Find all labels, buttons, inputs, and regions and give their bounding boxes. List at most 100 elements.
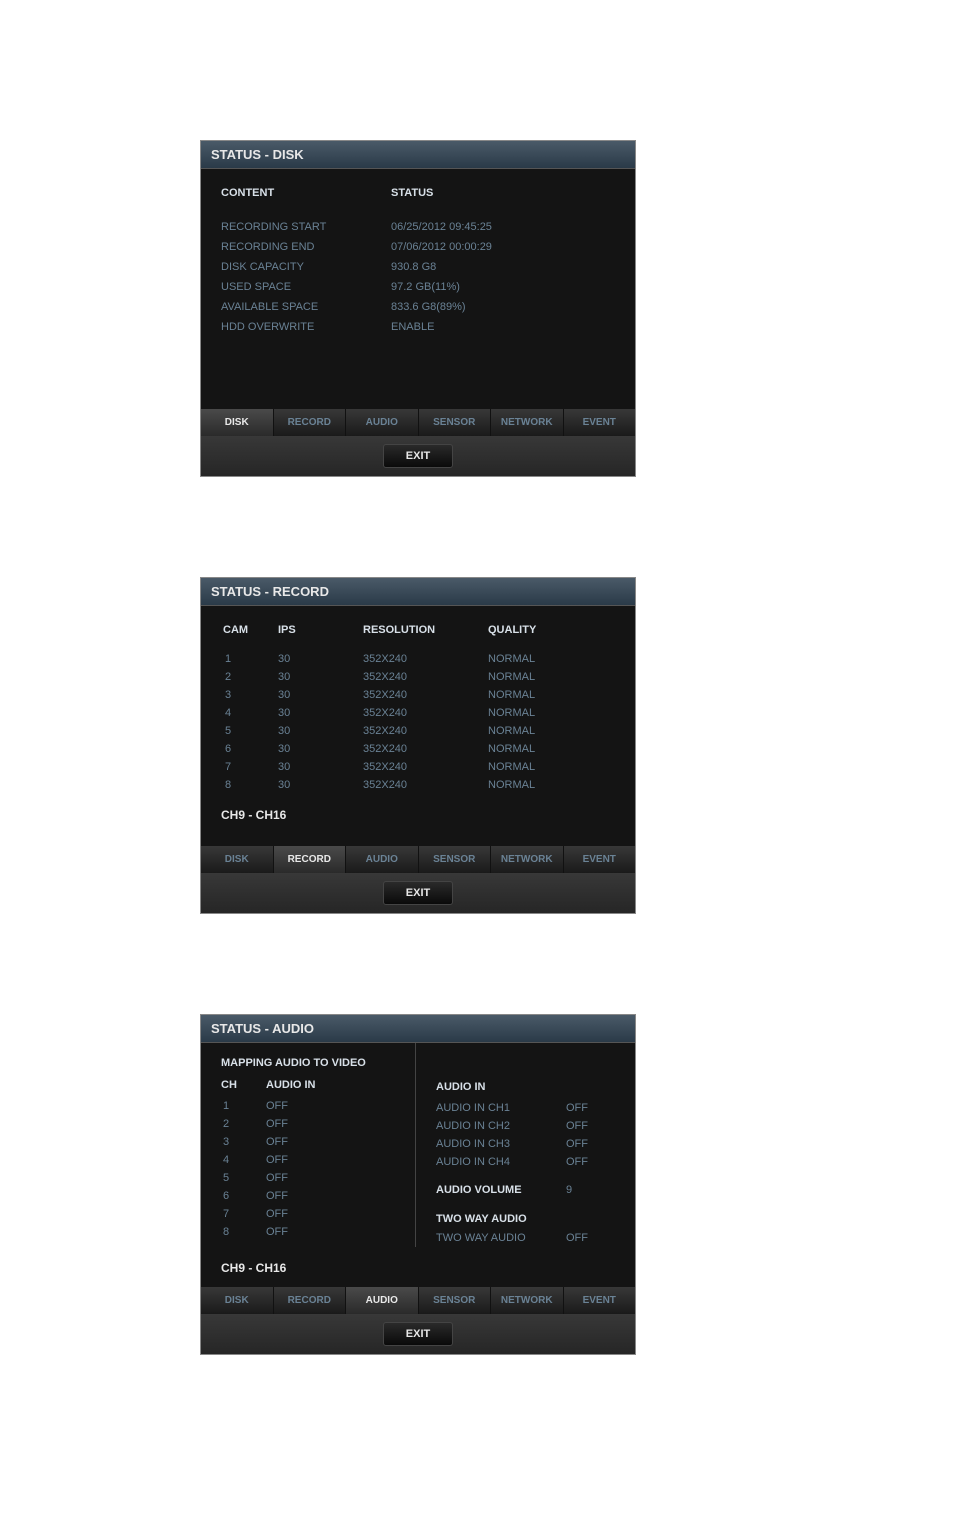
audio-in-row: AUDIO IN CH1 OFF xyxy=(436,1099,625,1117)
audio-in-label: AUDIO IN CH2 xyxy=(436,1120,566,1132)
audio-ch: 4 xyxy=(221,1154,266,1166)
tab-event[interactable]: EVENT xyxy=(564,409,636,436)
record-ips: 30 xyxy=(278,779,363,791)
disk-value: 833.6 G8(89%) xyxy=(391,301,466,313)
panel-title-audio: STATUS - AUDIO xyxy=(201,1015,635,1043)
audio-ch: 3 xyxy=(221,1136,266,1148)
disk-row: USED SPACE 97.2 GB(11%) xyxy=(221,277,625,297)
disk-header-status: STATUS xyxy=(391,187,433,199)
record-resolution: 352X240 xyxy=(363,779,488,791)
disk-label: DISK CAPACITY xyxy=(221,261,391,273)
disk-value: ENABLE xyxy=(391,321,434,333)
audio-body: MAPPING AUDIO TO VIDEO CH AUDIO IN 1 OFF… xyxy=(201,1043,635,1287)
record-row: 4 30 352X240 NORMAL xyxy=(223,704,625,722)
record-resolution: 352X240 xyxy=(363,707,488,719)
audio-map-row: 6 OFF xyxy=(221,1187,405,1205)
record-cam: 1 xyxy=(223,653,278,665)
two-way-audio-section: TWO WAY AUDIO TWO WAY AUDIO OFF xyxy=(436,1203,625,1247)
record-headers: CAM IPS RESOLUTION QUALITY xyxy=(201,606,635,650)
record-ips: 30 xyxy=(278,725,363,737)
tab-disk[interactable]: DISK xyxy=(201,409,274,436)
audio-val: OFF xyxy=(266,1100,288,1112)
two-way-label: TWO WAY AUDIO xyxy=(436,1232,566,1244)
record-ips: 30 xyxy=(278,653,363,665)
audio-val: OFF xyxy=(266,1136,288,1148)
audio-val: OFF xyxy=(266,1172,288,1184)
audio-map-row: 4 OFF xyxy=(221,1151,405,1169)
disk-label: RECORDING END xyxy=(221,241,391,253)
disk-label: USED SPACE xyxy=(221,281,391,293)
record-cam: 3 xyxy=(223,689,278,701)
record-row: 8 30 352X240 NORMAL xyxy=(223,776,625,794)
status-audio-panel: STATUS - AUDIO MAPPING AUDIO TO VIDEO CH… xyxy=(200,1014,636,1355)
record-row: 2 30 352X240 NORMAL xyxy=(223,668,625,686)
audio-map-header: CH AUDIO IN xyxy=(221,1079,405,1097)
tab-record[interactable]: RECORD xyxy=(274,409,347,436)
tab-sensor[interactable]: SENSOR xyxy=(419,846,492,873)
tab-record[interactable]: RECORD xyxy=(274,846,347,873)
tab-network[interactable]: NETWORK xyxy=(491,409,564,436)
tab-network[interactable]: NETWORK xyxy=(491,846,564,873)
disk-row: RECORDING START 06/25/2012 09:45:25 xyxy=(221,217,625,237)
exit-bar: EXIT xyxy=(201,873,635,913)
tab-audio[interactable]: AUDIO xyxy=(346,409,419,436)
tab-disk[interactable]: DISK xyxy=(201,846,274,873)
tab-record[interactable]: RECORD xyxy=(274,1287,347,1314)
audio-header-in: AUDIO IN xyxy=(266,1079,316,1091)
audio-val: OFF xyxy=(266,1208,288,1220)
audio-val: OFF xyxy=(266,1118,288,1130)
disk-value: 97.2 GB(11%) xyxy=(391,281,460,293)
record-resolution: 352X240 xyxy=(363,689,488,701)
audio-in-label: AUDIO IN CH3 xyxy=(436,1138,566,1150)
tab-event[interactable]: EVENT xyxy=(564,846,636,873)
audio-in-val: OFF xyxy=(566,1156,588,1168)
record-cam: 6 xyxy=(223,743,278,755)
tab-event[interactable]: EVENT xyxy=(564,1287,636,1314)
disk-row: AVAILABLE SPACE 833.6 G8(89%) xyxy=(221,297,625,317)
record-resolution: 352X240 xyxy=(363,743,488,755)
audio-ch: 6 xyxy=(221,1190,266,1202)
record-quality: NORMAL xyxy=(488,707,535,719)
disk-headers: CONTENT STATUS xyxy=(201,169,635,217)
disk-row: HDD OVERWRITE ENABLE xyxy=(221,317,625,337)
audio-in-row: AUDIO IN CH4 OFF xyxy=(436,1153,625,1171)
record-resolution: 352X240 xyxy=(363,671,488,683)
record-body: CAM IPS RESOLUTION QUALITY 1 30 352X240 … xyxy=(201,606,635,846)
audio-map-rows: 1 OFF 2 OFF 3 OFF 4 OFF xyxy=(221,1097,405,1241)
record-quality: NORMAL xyxy=(488,653,535,665)
audio-in-row: AUDIO IN CH3 OFF xyxy=(436,1135,625,1153)
audio-in-val: OFF xyxy=(566,1138,588,1150)
record-quality: NORMAL xyxy=(488,761,535,773)
tab-audio[interactable]: AUDIO xyxy=(346,1287,419,1314)
exit-bar: EXIT xyxy=(201,436,635,476)
record-cam: 4 xyxy=(223,707,278,719)
tab-disk[interactable]: DISK xyxy=(201,1287,274,1314)
exit-button[interactable]: EXIT xyxy=(383,881,453,905)
tabs-disk: DISK RECORD AUDIO SENSOR NETWORK EVENT xyxy=(201,409,635,436)
channel-range-button[interactable]: CH9 - CH16 xyxy=(201,794,635,834)
record-row: 1 30 352X240 NORMAL xyxy=(223,650,625,668)
disk-row: DISK CAPACITY 930.8 G8 xyxy=(221,257,625,277)
audio-ch: 8 xyxy=(221,1226,266,1238)
record-row: 6 30 352X240 NORMAL xyxy=(223,740,625,758)
record-ips: 30 xyxy=(278,743,363,755)
exit-button[interactable]: EXIT xyxy=(383,1322,453,1346)
two-way-title: TWO WAY AUDIO xyxy=(436,1213,625,1229)
tab-network[interactable]: NETWORK xyxy=(491,1287,564,1314)
tab-audio[interactable]: AUDIO xyxy=(346,846,419,873)
record-quality: NORMAL xyxy=(488,689,535,701)
disk-body: CONTENT STATUS RECORDING START 06/25/201… xyxy=(201,169,635,409)
audio-in-label: AUDIO IN CH4 xyxy=(436,1156,566,1168)
audio-map-row: 5 OFF xyxy=(221,1169,405,1187)
record-header-cam: CAM xyxy=(223,624,278,636)
audio-in-val: OFF xyxy=(566,1102,588,1114)
record-ips: 30 xyxy=(278,707,363,719)
exit-button[interactable]: EXIT xyxy=(383,444,453,468)
tab-sensor[interactable]: SENSOR xyxy=(419,1287,492,1314)
audio-map-row: 3 OFF xyxy=(221,1133,405,1151)
tab-sensor[interactable]: SENSOR xyxy=(419,409,492,436)
record-cam: 8 xyxy=(223,779,278,791)
channel-range-button[interactable]: CH9 - CH16 xyxy=(201,1247,635,1287)
record-cam: 5 xyxy=(223,725,278,737)
record-quality: NORMAL xyxy=(488,779,535,791)
